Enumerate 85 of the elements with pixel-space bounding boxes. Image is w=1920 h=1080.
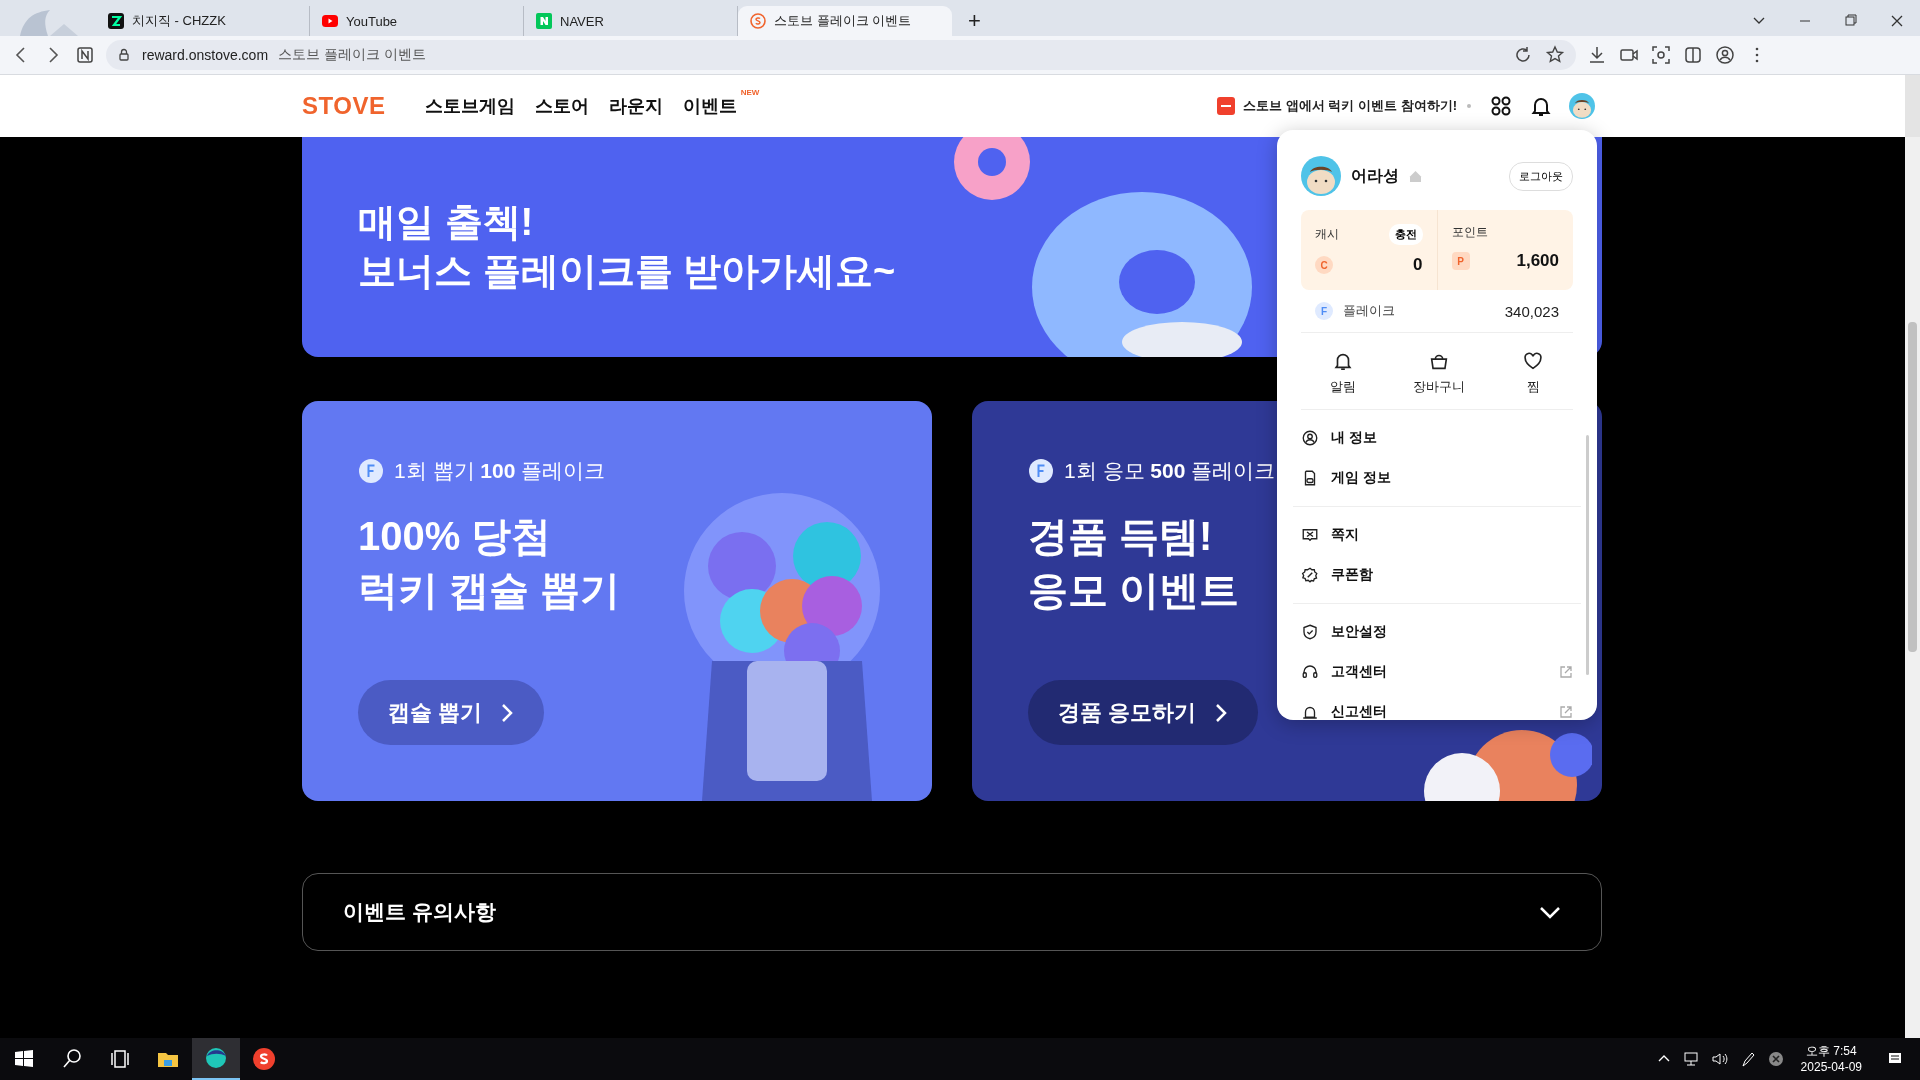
account-icon[interactable] xyxy=(1714,44,1736,66)
avatar-icon[interactable] xyxy=(1569,93,1595,119)
card-title: 응모 이벤트 xyxy=(1028,567,1240,614)
external-link-icon xyxy=(1559,705,1573,719)
clock-date: 2025-04-09 xyxy=(1800,1059,1862,1075)
card-action-button[interactable]: 경품 응모하기 xyxy=(1028,680,1259,745)
menu-item[interactable]: 쿠폰함 xyxy=(1293,555,1581,595)
network-icon[interactable] xyxy=(1682,1050,1701,1068)
new-label: NEW xyxy=(740,88,760,97)
menu-label: 보안설정 xyxy=(1331,623,1387,641)
card-title: 럭키 캡슐 뽑기 xyxy=(358,567,621,614)
new-tab-button[interactable]: + xyxy=(962,6,987,36)
card-subtitle: 1회 뽑기 100 플레이크 xyxy=(394,458,606,484)
browser-tab[interactable]: 스토브 플레이크 이벤트 xyxy=(738,6,952,36)
n-logo-icon xyxy=(536,13,552,29)
page-title-text: 스토브 플레이크 이벤트 xyxy=(278,46,426,64)
apps-grid-icon[interactable] xyxy=(1489,94,1513,118)
menu-item[interactable]: 쪽지 xyxy=(1293,515,1581,555)
menu-item[interactable]: 신고센터 xyxy=(1293,692,1581,720)
menu-label: 게임 정보 xyxy=(1331,469,1391,487)
close-circle-icon[interactable] xyxy=(1766,1050,1785,1068)
play-logo-icon xyxy=(322,13,338,29)
flake-coin-icon xyxy=(358,458,384,484)
menu-item[interactable]: 보안설정 xyxy=(1293,612,1581,652)
point-label: 포인트 xyxy=(1451,224,1488,241)
cash-amount: 0 xyxy=(1413,255,1423,275)
cash-label: 캐시 xyxy=(1315,226,1339,243)
logout-button[interactable]: 로그아웃 xyxy=(1509,161,1573,191)
chevron-right-icon xyxy=(500,702,515,723)
username: 어라셩 xyxy=(1351,165,1399,186)
taskbar-clock[interactable]: 오후 7:54 2025-04-09 xyxy=(1800,1043,1862,1075)
app-logo-icon xyxy=(1217,97,1236,115)
menu-label: 신고센터 xyxy=(1331,703,1387,720)
envelope-icon xyxy=(1301,526,1319,544)
z-logo-icon xyxy=(108,13,124,29)
heart-icon xyxy=(1522,350,1545,372)
card-subtitle: 1회 응모 500 플레이크 xyxy=(1064,458,1276,484)
clock-time: 오후 7:54 xyxy=(1805,1043,1857,1059)
person-circle-icon xyxy=(1301,429,1319,447)
avatar-icon[interactable] xyxy=(1301,156,1341,196)
flake-label: 플레이크 xyxy=(1343,302,1395,320)
external-link-icon xyxy=(1559,665,1573,679)
menu-label: 쪽지 xyxy=(1331,526,1359,544)
headset-icon xyxy=(1301,663,1319,681)
home-icon xyxy=(1409,169,1422,183)
speaker-icon[interactable] xyxy=(1710,1050,1729,1068)
menu-item[interactable]: 내 정보 xyxy=(1293,418,1581,458)
banner-title: 보너스 플레이크를 받아가세요~ xyxy=(358,249,896,294)
menu-scrollbar[interactable] xyxy=(1586,435,1589,675)
card-title: 경품 득템! xyxy=(1028,513,1213,560)
chevron-right-icon xyxy=(1214,702,1229,723)
card-action-button[interactable]: 캡슐 뽑기 xyxy=(358,680,545,745)
url-text: reward.onstove.com xyxy=(142,47,269,63)
s-logo-icon xyxy=(750,13,766,29)
cash-coin-icon: C xyxy=(1315,256,1333,274)
chevron-down-icon xyxy=(1539,905,1561,919)
address-bar[interactable]: reward.onstove.com 스토브 플레이크 이벤트 xyxy=(106,40,1576,70)
menu-label: 내 정보 xyxy=(1331,429,1377,447)
nav-link[interactable]: 스토어 xyxy=(535,94,590,118)
promo-link[interactable]: 스토브 앱에서 럭키 이벤트 참여하기! xyxy=(1243,97,1457,115)
screenshot-icon[interactable] xyxy=(1650,44,1672,66)
notice-accordion[interactable]: 이벤트 유의사항 xyxy=(302,873,1602,951)
coupon-badge-icon xyxy=(1301,566,1319,584)
menu-label: 고객센터 xyxy=(1331,663,1387,681)
charge-button[interactable]: 충전 xyxy=(1388,224,1423,245)
split-view-icon[interactable] xyxy=(1682,44,1704,66)
shield-check-icon xyxy=(1301,623,1319,641)
nav-link[interactable]: 스토브게임 xyxy=(425,94,516,118)
flake-coin-icon xyxy=(1028,458,1054,484)
lock-icon xyxy=(116,47,132,63)
n-square-icon[interactable] xyxy=(74,44,96,66)
menu-label: 쿠폰함 xyxy=(1331,566,1373,584)
taskbar-app[interactable] xyxy=(192,1038,240,1080)
point-amount: 1,600 xyxy=(1516,251,1559,271)
menu-item[interactable]: 게임 정보 xyxy=(1293,458,1581,498)
banner-title: 매일 출첵! xyxy=(358,199,534,245)
flake-coin-icon: F xyxy=(1315,302,1333,320)
point-coin-icon: P xyxy=(1451,252,1470,270)
menu-item[interactable]: 고객센터 xyxy=(1293,652,1581,692)
task-view-icon xyxy=(108,1047,132,1071)
scrollbar-thumb[interactable] xyxy=(1908,322,1917,652)
s-logo-icon xyxy=(252,1047,276,1071)
flake-amount: 340,023 xyxy=(1504,302,1559,320)
nav-link[interactable]: 라운지 xyxy=(609,94,664,118)
card-title: 100% 당첨 xyxy=(358,513,552,560)
